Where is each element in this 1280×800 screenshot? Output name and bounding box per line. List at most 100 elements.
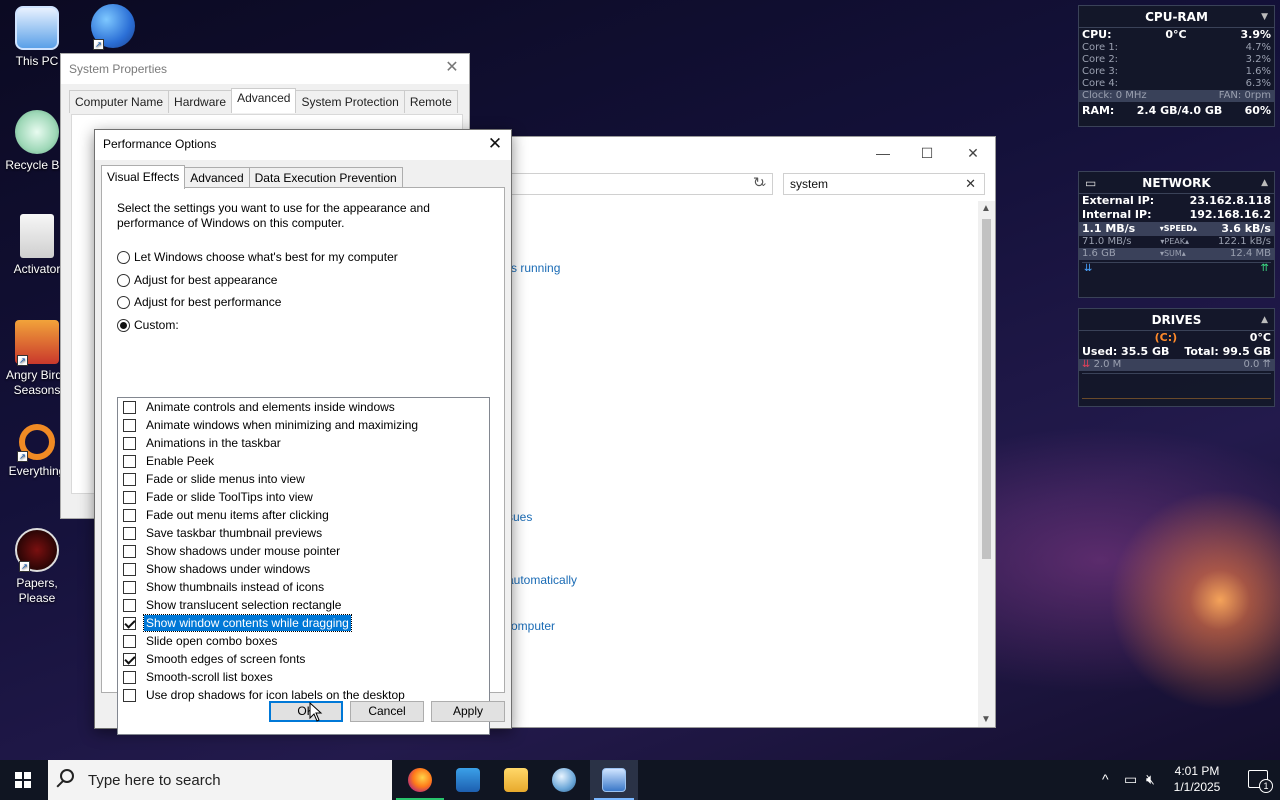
checkbox[interactable] bbox=[123, 490, 136, 504]
taskbar-app-firefox[interactable] bbox=[396, 760, 444, 800]
taskbar: Type here to search ^ ▭ 🔇︎ 4:01 PM 1/1/2… bbox=[0, 760, 1280, 800]
scroll-thumb[interactable] bbox=[982, 219, 991, 559]
radio-custom[interactable]: Custom: bbox=[117, 318, 179, 332]
option-label: Smooth edges of screen fonts bbox=[146, 652, 306, 666]
address-bar[interactable]: ⌄ bbox=[511, 173, 773, 195]
scroll-up-icon[interactable]: ▲ bbox=[981, 203, 991, 214]
apply-button[interactable]: Apply bbox=[431, 701, 505, 722]
checkbox[interactable] bbox=[123, 526, 136, 540]
checkbox[interactable] bbox=[123, 436, 136, 450]
radio-button[interactable] bbox=[117, 318, 130, 332]
computer-icon bbox=[15, 6, 59, 50]
visual-effect-option[interactable]: Fade or slide ToolTips into view bbox=[118, 488, 489, 506]
globe-icon bbox=[552, 768, 576, 792]
refresh-icon[interactable]: ↻ bbox=[753, 174, 765, 191]
checkbox[interactable] bbox=[123, 688, 136, 702]
drive-io-row: ⇊ 2.0 M 0.0 ⇈ bbox=[1079, 359, 1274, 371]
visual-effect-option[interactable]: Show shadows under windows bbox=[118, 560, 489, 578]
notifications-icon[interactable]: 1 bbox=[1248, 770, 1273, 793]
tab-computer-name[interactable]: Computer Name bbox=[69, 90, 170, 113]
cancel-button[interactable]: Cancel bbox=[350, 701, 424, 722]
checkbox[interactable] bbox=[123, 598, 136, 612]
result-link[interactable]: omputer bbox=[511, 619, 555, 633]
system-properties-tabs: Computer Name Hardware Advanced System P… bbox=[69, 88, 458, 113]
radio-label: Adjust for best performance bbox=[134, 295, 282, 309]
tab-advanced[interactable]: Advanced bbox=[184, 167, 250, 189]
maximize-icon[interactable]: ☐ bbox=[905, 141, 949, 165]
radio-best-appearance[interactable]: Adjust for best appearance bbox=[117, 273, 277, 287]
taskbar-search[interactable]: Type here to search bbox=[48, 760, 392, 800]
radio-button[interactable] bbox=[117, 295, 130, 309]
taskbar-app-remote[interactable] bbox=[444, 760, 492, 800]
visual-effect-option[interactable]: Animate windows when minimizing and maxi… bbox=[118, 416, 489, 434]
visual-effect-option[interactable]: Show thumbnails instead of icons bbox=[118, 578, 489, 596]
network-icon[interactable]: ▭ bbox=[1124, 771, 1137, 788]
close-icon[interactable]: ✕ bbox=[443, 59, 461, 77]
chevron-up-icon[interactable]: ^ bbox=[1102, 771, 1109, 787]
visual-effect-option[interactable]: Show window contents while dragging bbox=[118, 614, 489, 632]
checkbox[interactable] bbox=[123, 562, 136, 576]
checkbox[interactable] bbox=[123, 544, 136, 558]
clock-time: 4:01 PM bbox=[1174, 764, 1220, 778]
taskbar-app-system[interactable] bbox=[590, 760, 638, 800]
desktop-icon-generic[interactable]: ↗ bbox=[76, 4, 150, 52]
collapse-icon[interactable]: ▲ bbox=[1261, 309, 1268, 331]
desktop-icon-papers-please[interactable]: ↗ Papers, Please bbox=[0, 528, 74, 606]
visual-effect-option[interactable]: Slide open combo boxes bbox=[118, 632, 489, 650]
core-row: Core 2: 3.2% bbox=[1082, 54, 1271, 65]
radio-button[interactable] bbox=[117, 250, 130, 264]
ok-button[interactable]: OK bbox=[269, 701, 343, 722]
radio-let-windows-choose[interactable]: Let Windows choose what's best for my co… bbox=[117, 250, 398, 264]
window-title: System Properties bbox=[61, 54, 469, 84]
checkbox[interactable] bbox=[123, 580, 136, 594]
network-graph: ⇊ ⇈ bbox=[1082, 262, 1271, 290]
checkbox[interactable] bbox=[123, 418, 136, 432]
collapse-icon[interactable]: ▲ bbox=[1261, 172, 1268, 194]
checkbox[interactable] bbox=[123, 508, 136, 522]
clear-search-icon[interactable]: ✕ bbox=[965, 174, 976, 194]
visual-effect-option[interactable]: Show translucent selection rectangle bbox=[118, 596, 489, 614]
visual-effect-option[interactable]: Fade or slide menus into view bbox=[118, 470, 489, 488]
search-input[interactable]: system ✕ bbox=[783, 173, 985, 195]
visual-effect-option[interactable]: Fade out menu items after clicking bbox=[118, 506, 489, 524]
visual-effects-list[interactable]: Animate controls and elements inside win… bbox=[117, 397, 490, 735]
drives-gadget: DRIVES ▲ (C:) 0°C Used: 35.5 GB Total: 99.5… bbox=[1078, 308, 1275, 407]
close-icon[interactable]: ✕ bbox=[485, 134, 505, 154]
checkbox[interactable] bbox=[123, 670, 136, 684]
checkbox[interactable] bbox=[123, 400, 136, 414]
checkbox[interactable] bbox=[123, 616, 136, 630]
visual-effect-option[interactable]: Smooth edges of screen fonts bbox=[118, 650, 489, 668]
checkbox[interactable] bbox=[123, 472, 136, 486]
taskbar-app-globe[interactable] bbox=[540, 760, 588, 800]
taskbar-app-file-explorer[interactable] bbox=[492, 760, 540, 800]
tab-system-protection[interactable]: System Protection bbox=[295, 90, 405, 113]
tab-advanced[interactable]: Advanced bbox=[231, 88, 297, 113]
close-icon[interactable]: ✕ bbox=[951, 141, 995, 165]
write-arrow-icon: ⇈ bbox=[1262, 359, 1271, 370]
scroll-down-icon[interactable]: ▼ bbox=[981, 714, 991, 725]
clock[interactable]: 4:01 PM 1/1/2025 bbox=[1162, 763, 1232, 795]
tab-hardware[interactable]: Hardware bbox=[168, 90, 233, 113]
tab-remote[interactable]: Remote bbox=[403, 90, 458, 113]
collapse-icon[interactable]: ▼ bbox=[1261, 6, 1268, 28]
visual-effect-option[interactable]: Save taskbar thumbnail previews bbox=[118, 524, 489, 542]
visual-effect-option[interactable]: Enable Peek bbox=[118, 452, 489, 470]
option-label: Fade or slide menus into view bbox=[146, 472, 305, 486]
checkbox[interactable] bbox=[123, 652, 136, 666]
minimize-icon[interactable]: — bbox=[861, 141, 905, 165]
result-link[interactable]: automatically bbox=[507, 573, 577, 587]
visual-effect-option[interactable]: Show shadows under mouse pointer bbox=[118, 542, 489, 560]
visual-effect-option[interactable]: Animations in the taskbar bbox=[118, 434, 489, 452]
start-button[interactable] bbox=[0, 760, 48, 800]
radio-button[interactable] bbox=[117, 273, 130, 287]
volume-muted-icon[interactable]: 🔇︎ bbox=[1146, 771, 1155, 788]
checkbox[interactable] bbox=[123, 454, 136, 468]
tab-data-execution-prevention[interactable]: Data Execution Prevention bbox=[248, 167, 403, 189]
scrollbar[interactable]: ▲ ▼ bbox=[978, 201, 995, 727]
visual-effect-option[interactable]: Animate controls and elements inside win… bbox=[118, 398, 489, 416]
visual-effect-option[interactable]: Smooth-scroll list boxes bbox=[118, 668, 489, 686]
radio-best-performance[interactable]: Adjust for best performance bbox=[117, 295, 281, 309]
option-label: Show thumbnails instead of icons bbox=[146, 580, 325, 594]
tab-visual-effects[interactable]: Visual Effects bbox=[101, 165, 186, 189]
checkbox[interactable] bbox=[123, 634, 136, 648]
